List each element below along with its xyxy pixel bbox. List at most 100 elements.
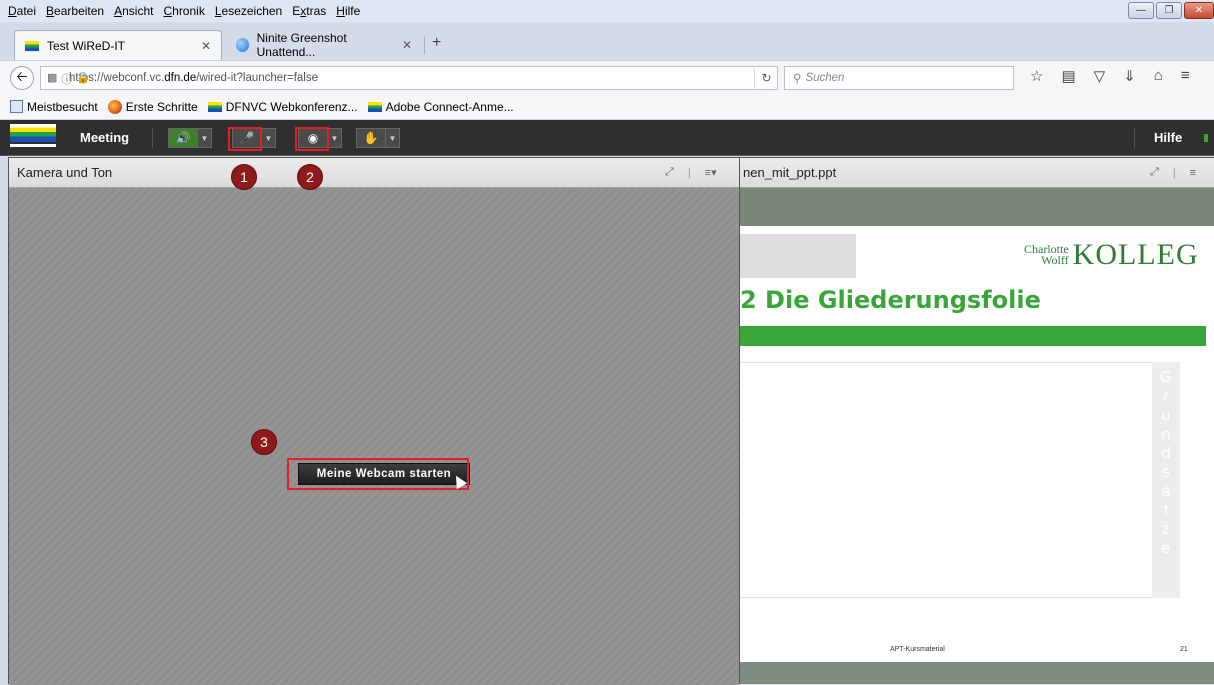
presentation-slide: Charlotte Wolff KOLLEG 2 Die Gliederungs…: [740, 226, 1214, 662]
raise-hand-dropdown[interactable]: ▼: [386, 128, 400, 148]
bookmark-star-icon[interactable]: ☆: [1030, 67, 1043, 85]
pod-menu-icon[interactable]: ≡▾: [705, 166, 717, 179]
tab-label: Ninite Greenshot Unattend...: [256, 31, 347, 59]
slide-heading: 2 Die Gliederungsfolie: [740, 286, 1041, 314]
pocket-icon[interactable]: ▽: [1094, 67, 1106, 85]
connection-signal-icon: [1204, 134, 1208, 142]
raise-hand-button[interactable]: ✋: [356, 128, 386, 148]
search-placeholder: Suchen: [805, 72, 845, 84]
share-pod: nen_mit_ppt.ppt ⤢ | ≡ Charlotte Wolff KO…: [740, 157, 1214, 684]
speaker-dropdown[interactable]: ▼: [198, 128, 212, 148]
ninite-favicon-icon: [236, 38, 249, 52]
bookmark-label: Erste Schritte: [125, 99, 198, 114]
close-tab-icon[interactable]: ✕: [201, 39, 211, 53]
pod-title: nen_mit_ppt.ppt: [743, 165, 837, 180]
step-badge-3: 3: [251, 429, 277, 455]
url-bar[interactable]: ▩ ⓘ 🔒 https://webconf.vc. dfn.de/wired-it…: [40, 66, 778, 90]
tab-test-wired-it[interactable]: Test WiReD-IT ✕: [14, 30, 222, 60]
menu-ansicht[interactable]: Ansicht: [114, 4, 153, 18]
restore-button[interactable]: ❐: [1156, 2, 1182, 19]
folder-icon: [10, 100, 23, 113]
close-window-button[interactable]: ✕: [1184, 2, 1214, 19]
tab-label: Test WiReD-IT: [47, 38, 125, 53]
back-button[interactable]: 🡠: [10, 66, 34, 90]
vertical-letter: e: [1161, 540, 1171, 557]
vertical-letter: r: [1163, 388, 1169, 405]
vertical-letter: u: [1161, 407, 1171, 424]
dfn-favicon-icon: [367, 101, 382, 112]
new-tab-icon[interactable]: +: [432, 34, 441, 52]
logo-line-2: Wolff: [1041, 253, 1069, 267]
kolleg-logo: Charlotte Wolff KOLLEG: [1024, 238, 1199, 272]
url-icons: ▩ ⓘ 🔒: [47, 71, 90, 87]
page-info-icon[interactable]: ▩: [47, 71, 57, 87]
menu-hilfe[interactable]: Hilfe: [336, 4, 360, 18]
slide-content-box: [740, 362, 1152, 598]
vertical-letter: s: [1162, 464, 1170, 481]
speaker-icon: 🔊: [175, 131, 191, 145]
home-icon[interactable]: ⌂: [1154, 67, 1163, 85]
divider: |: [687, 166, 691, 179]
download-icon[interactable]: ⇓: [1123, 67, 1136, 85]
raise-hand-icon: ✋: [363, 131, 379, 145]
toolbar-icons: ☆ ▤ ▽ ⇓ ⌂ ≡: [1030, 67, 1190, 85]
speaker-button[interactable]: 🔊: [168, 128, 198, 148]
menu-chronik[interactable]: Chronik: [163, 4, 204, 18]
vertical-letter: t: [1163, 502, 1169, 519]
toolbar-separator: [1134, 128, 1135, 148]
pod-menu-icon[interactable]: ≡: [1190, 167, 1196, 179]
camera-audio-pod: Kamera und Ton ⤢ | ≡▾ Meine Webcam start…: [8, 157, 740, 685]
fullscreen-icon[interactable]: ⤢: [665, 166, 674, 179]
bookmark-erste-schritte[interactable]: Erste Schritte: [107, 99, 198, 114]
slide-footer: APT-Kursmaterial: [890, 646, 945, 653]
bookmarks-bar: Meistbesucht Erste Schritte DFNVC Webkon…: [0, 94, 1214, 120]
vertical-word: Grundsätze: [1152, 362, 1180, 598]
bookmark-label: DFNVC Webkonferenz...: [225, 99, 358, 114]
toolbar-separator: [152, 128, 153, 148]
menu-extras[interactable]: Extras: [292, 4, 326, 18]
vertical-letter: ä: [1161, 483, 1171, 500]
slide-page-number: 21: [1180, 646, 1188, 653]
pod-title: Kamera und Ton: [17, 165, 113, 180]
vertical-letter: n: [1161, 426, 1171, 443]
tab-ninite[interactable]: Ninite Greenshot Unattend... ✕: [226, 30, 422, 60]
vertical-letter: d: [1161, 445, 1171, 462]
url-domain: dfn.de: [164, 72, 197, 84]
dfn-favicon-icon: [25, 40, 39, 51]
slide-green-bar: [740, 326, 1206, 346]
pod-header-icons: ⤢ | ≡▾: [665, 166, 717, 179]
info-icon[interactable]: ⓘ: [61, 71, 72, 87]
menu-datei[interactable]: Datei: [8, 4, 36, 18]
help-menu[interactable]: Hilfe: [1154, 130, 1182, 145]
menu-bearbeiten[interactable]: Bearbeiten: [46, 4, 104, 18]
fullscreen-icon[interactable]: ⤢: [1150, 166, 1159, 179]
camera-dropdown[interactable]: ▼: [328, 128, 342, 148]
pod-header: Kamera und Ton ⤢ | ≡▾: [9, 158, 739, 188]
reload-button[interactable]: ↻: [754, 66, 778, 90]
slide-top-band: [740, 188, 1214, 226]
raise-hand-control: ✋ ▼: [356, 128, 400, 148]
microphone-dropdown[interactable]: ▼: [262, 128, 276, 148]
search-input[interactable]: ⚲ Suchen: [784, 66, 1014, 90]
bookmark-adobe-connect[interactable]: Adobe Connect-Anme...: [367, 100, 514, 114]
close-tab-icon[interactable]: ✕: [402, 38, 412, 52]
logo-small-text: Charlotte Wolff: [1024, 243, 1069, 267]
dfn-logo-underline: [10, 144, 56, 147]
minimize-button[interactable]: —: [1128, 2, 1154, 19]
pod-header-icons: ⤢ | ≡: [1150, 166, 1196, 179]
lock-icon: 🔒: [76, 72, 91, 84]
reading-list-icon[interactable]: ▤: [1061, 67, 1075, 85]
menu-bar: Datei Bearbeiten Ansicht Chronik Lesezei…: [0, 0, 1214, 22]
slide-header-box: [740, 234, 856, 278]
window-controls: — ❐ ✕: [1128, 2, 1214, 19]
step-badge-1: 1: [231, 164, 257, 190]
menu-icon[interactable]: ≡: [1181, 67, 1190, 85]
bookmark-dfnvc[interactable]: DFNVC Webkonferenz...: [207, 99, 358, 114]
vertical-letter: G: [1159, 369, 1173, 386]
bookmark-meistbesucht[interactable]: Meistbesucht: [10, 100, 98, 114]
menu-lesezeichen[interactable]: Lesezeichen: [215, 4, 282, 18]
camera-highlight: [295, 127, 329, 151]
search-icon: ⚲: [793, 73, 802, 85]
divider: |: [1172, 166, 1176, 179]
meeting-menu[interactable]: Meeting: [80, 130, 129, 145]
